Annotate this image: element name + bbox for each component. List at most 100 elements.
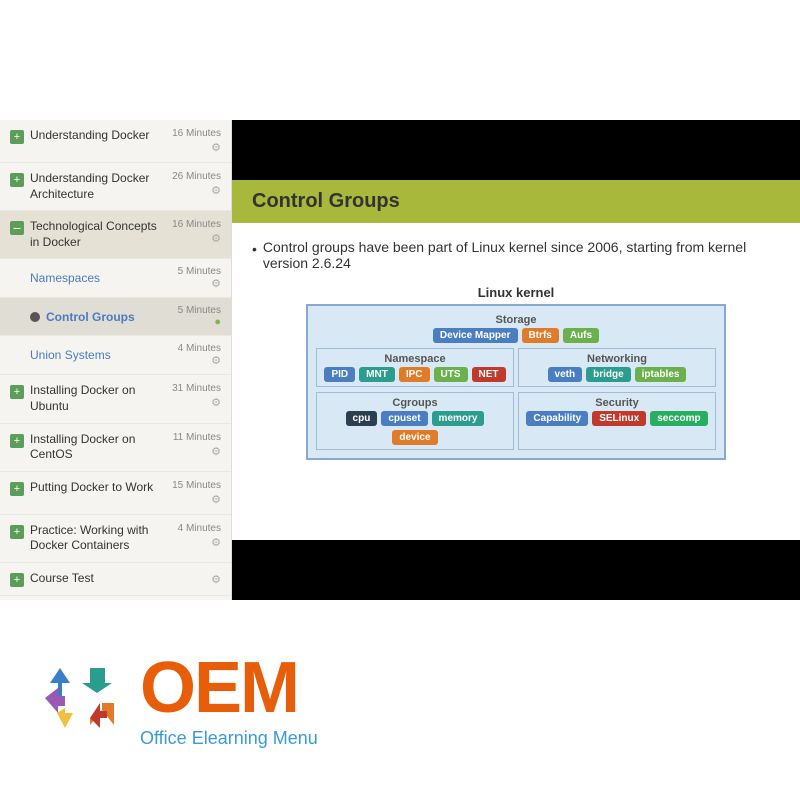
networking-section: Networking veth bridge iptables [518, 348, 716, 387]
sidebar-item-meta: 31 Minutes ⚙ [166, 383, 221, 409]
content-area: Control Groups • Control groups have bee… [232, 120, 800, 600]
slide-bullet-point: • Control groups have been part of Linux… [252, 239, 780, 271]
status-icon: ⚙ [166, 232, 221, 245]
slide-area: Control Groups • Control groups have bee… [232, 180, 800, 540]
namespace-label: Namespace [321, 353, 509, 365]
bullet-icon: • [252, 241, 257, 257]
kernel-diagram: Linux kernel Storage Device Mapper Btrfs… [252, 285, 780, 460]
cgroups-chips: cpu cpuset memory device [321, 411, 509, 445]
bullet-text: Control groups have been part of Linux k… [263, 239, 780, 271]
duration-label: 11 Minutes [166, 432, 221, 443]
sidebar-subitem-control-groups[interactable]: Control Groups 5 Minutes ● [0, 298, 231, 336]
namespace-section: Namespace PID MNT IPC UTS NET [316, 348, 514, 387]
status-icon: ⚙ [166, 396, 221, 409]
status-icon: ⚙ [166, 141, 221, 154]
subitem-duration: 4 Minutes [178, 343, 221, 354]
slide-title: Control Groups [232, 180, 800, 223]
sidebar-item-installing-centos[interactable]: + Installing Docker on CentOS 11 Minutes… [0, 424, 231, 472]
expand-icon: + [10, 130, 24, 144]
subitem-duration: 5 Minutes [178, 266, 221, 277]
storage-section: Storage Device Mapper Btrfs Aufs [316, 314, 716, 343]
sidebar-item-label: Putting Docker to Work [30, 480, 160, 496]
sidebar-item-label: Understanding Docker [30, 128, 160, 144]
namespace-chips: PID MNT IPC UTS NET [321, 367, 509, 382]
security-chips: Capability SELinux seccomp [523, 411, 711, 426]
sidebar-item-meta: 16 Minutes ⚙ [166, 128, 221, 154]
sidebar-item-course-test[interactable]: + Course Test ⚙ [0, 563, 231, 596]
slide-body: • Control groups have been part of Linux… [232, 223, 800, 476]
oem-arrows-icon [40, 663, 120, 738]
oem-logo [40, 663, 120, 738]
active-dot-icon [30, 312, 40, 322]
expand-icon: + [10, 573, 24, 587]
status-icon: ⚙ [166, 573, 221, 586]
security-section: Security Capability SELinux seccomp [518, 392, 716, 450]
storage-chips: Device Mapper Btrfs Aufs [316, 328, 716, 343]
subitem-label: Union Systems [30, 348, 160, 362]
sidebar-item-meta: 11 Minutes ⚙ [166, 432, 221, 458]
subitem-duration: 5 Minutes [178, 305, 221, 316]
sidebar-item-practice[interactable]: + Practice: Working with Docker Containe… [0, 515, 231, 563]
sidebar-item-meta: 4 Minutes ⚙ [166, 523, 221, 549]
subitem-label: Namespaces [30, 271, 160, 285]
chip-mnt: MNT [359, 367, 395, 382]
subitem-meta: 5 Minutes ● [166, 305, 221, 328]
duration-label: 31 Minutes [166, 383, 221, 394]
chip-uts: UTS [434, 367, 468, 382]
expand-icon: + [10, 173, 24, 187]
namespace-networking-row: Namespace PID MNT IPC UTS NET [316, 348, 716, 387]
black-bottom-bar [232, 540, 800, 600]
cgroups-security-row: Cgroups cpu cpuset memory device [316, 392, 716, 450]
duration-label: 16 Minutes [166, 128, 221, 139]
sidebar-subitem-namespaces[interactable]: Namespaces 5 Minutes ⚙ [0, 259, 231, 298]
duration-label: 16 Minutes [166, 219, 221, 230]
main-row: + Understanding Docker 16 Minutes ⚙ + Un… [0, 120, 800, 600]
sidebar-subitem-union-systems[interactable]: Union Systems 4 Minutes ⚙ [0, 336, 231, 375]
chip-device-mapper: Device Mapper [433, 328, 518, 343]
duration-label: 26 Minutes [166, 171, 221, 182]
sidebar-item-understanding-docker-arch[interactable]: + Understanding Docker Architecture 26 M… [0, 163, 231, 211]
sidebar-item-putting-to-work[interactable]: + Putting Docker to Work 15 Minutes ⚙ [0, 472, 231, 515]
chip-iptables: iptables [635, 367, 687, 382]
chip-veth: veth [548, 367, 583, 382]
networking-label: Networking [523, 353, 711, 365]
status-icon: ⚙ [166, 536, 221, 549]
sidebar-item-installing-ubuntu[interactable]: + Installing Docker on Ubuntu 31 Minutes… [0, 375, 231, 423]
sidebar-item-label: Course Test [30, 571, 160, 587]
chip-device: device [392, 430, 437, 445]
duration-label: 4 Minutes [166, 523, 221, 534]
chip-memory: memory [432, 411, 485, 426]
expand-icon: + [10, 385, 24, 399]
sidebar-item-label: Practice: Working with Docker Containers [30, 523, 160, 554]
sidebar-item-meta: ⚙ [166, 571, 221, 586]
sidebar-item-label: Understanding Docker Architecture [30, 171, 160, 202]
sidebar-item-tech-concepts[interactable]: − Technological Concepts in Docker 16 Mi… [0, 211, 231, 259]
subitem-meta: 5 Minutes ⚙ [166, 266, 221, 290]
sidebar-item-understanding-docker[interactable]: + Understanding Docker 16 Minutes ⚙ [0, 120, 231, 163]
chip-bridge: bridge [586, 367, 631, 382]
storage-label: Storage [316, 314, 716, 326]
cgroups-section: Cgroups cpu cpuset memory device [316, 392, 514, 450]
cgroups-label: Cgroups [321, 397, 509, 409]
oem-logo-text: OEM [140, 652, 318, 724]
status-icon: ⚙ [166, 493, 221, 506]
chip-pid: PID [324, 367, 355, 382]
sidebar: + Understanding Docker 16 Minutes ⚙ + Un… [0, 120, 232, 600]
chip-seccomp: seccomp [650, 411, 707, 426]
top-whitespace [0, 0, 800, 120]
security-label: Security [523, 397, 711, 409]
slide-title-text: Control Groups [252, 190, 400, 212]
chip-cpu: cpu [346, 411, 378, 426]
duration-label: 15 Minutes [166, 480, 221, 491]
sidebar-item-label: Technological Concepts in Docker [30, 219, 160, 250]
status-icon: ⚙ [166, 184, 221, 197]
sidebar-item-meta: 15 Minutes ⚙ [166, 480, 221, 506]
networking-chips: veth bridge iptables [523, 367, 711, 382]
expand-icon: + [10, 434, 24, 448]
chip-capability: Capability [526, 411, 588, 426]
black-top-bar [232, 120, 800, 180]
collapse-icon: − [10, 221, 24, 235]
oem-text-block: OEM Office Elearning Menu [140, 652, 318, 749]
subitem-label: Control Groups [46, 310, 160, 324]
chip-cpuset: cpuset [381, 411, 427, 426]
